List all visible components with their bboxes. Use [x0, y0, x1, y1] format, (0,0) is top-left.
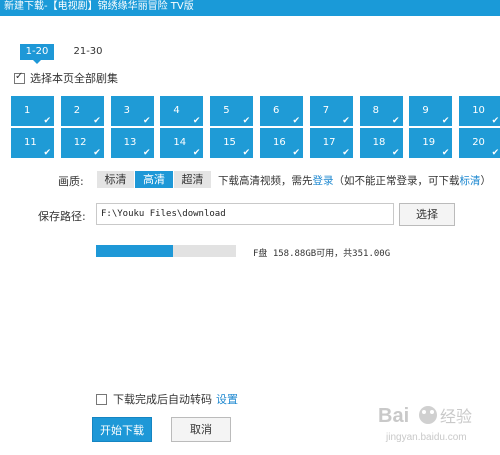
episode-16[interactable]: 16 ✔	[260, 128, 303, 158]
episode-11[interactable]: 11 ✔	[11, 128, 54, 158]
episode-17[interactable]: 17 ✔	[309, 128, 353, 158]
episode-3[interactable]: 3 ✔	[110, 96, 154, 126]
episode-number: 19	[422, 137, 436, 148]
episode-18[interactable]: 18 ✔	[359, 128, 403, 158]
episode-4[interactable]: 4 ✔	[160, 96, 204, 126]
episode-number: 6	[273, 105, 280, 116]
episode-number: 18	[372, 137, 386, 148]
check-icon: ✔	[143, 148, 151, 158]
episode-14[interactable]: 14 ✔	[160, 128, 204, 158]
episode-number: 14	[173, 137, 187, 148]
quality-option-uhd[interactable]: 超清	[174, 171, 211, 188]
episode-8[interactable]: 8 ✔	[359, 96, 403, 126]
check-icon: ✔	[342, 116, 350, 126]
quality-note: 下载高清视频，需先登录（如不能正常登录，可下载标清）	[218, 173, 491, 188]
quality-note-middle: （如不能正常登录，可下载	[333, 175, 460, 187]
check-icon: ✔	[441, 116, 450, 126]
start-download-button[interactable]: 开始下载	[92, 417, 152, 442]
quality-label: 画质:	[58, 175, 84, 188]
episode-number: 13	[123, 137, 137, 148]
auto-convert-checkbox[interactable]	[96, 393, 107, 405]
episode-number: 3	[123, 105, 130, 116]
episode-number: 7	[322, 105, 330, 116]
check-icon: ✔	[242, 148, 251, 158]
episode-12[interactable]: 12 ✔	[60, 128, 104, 158]
window-title: 新建下载-【电视剧】锦绣缘华丽冒险 TV版	[0, 0, 500, 16]
episode-number: 4	[173, 105, 180, 116]
settings-link[interactable]: 设置	[216, 391, 238, 407]
episode-number: 10	[472, 105, 485, 116]
check-icon: ✔	[192, 116, 201, 126]
baidu-watermark-logo: Bai 经验 jingyan.baidu.com	[378, 405, 472, 443]
disk-info: F盘 158.88GB可用，共351.00G	[253, 249, 391, 259]
check-icon: ✔	[43, 148, 51, 158]
check-icon: ✔	[441, 148, 450, 158]
episode-2[interactable]: 2 ✔	[60, 96, 104, 126]
episode-15[interactable]: 15 ✔	[210, 128, 254, 158]
auto-convert-label: 下载完成后自动转码	[113, 393, 212, 406]
save-path-label: 保存路径:	[38, 210, 86, 223]
episode-5[interactable]: 5 ✔	[210, 96, 254, 126]
login-link[interactable]: 登录	[313, 175, 334, 187]
episode-number: 15	[223, 137, 236, 148]
episode-number: 5	[223, 105, 230, 116]
episode-number: 8	[372, 105, 379, 116]
episode-number: 17	[322, 137, 336, 148]
select-all-label: 选择本页全部剧集	[30, 72, 118, 85]
episode-10[interactable]: 10 ✔	[459, 96, 500, 126]
svg-text:jingyan.baidu.com: jingyan.baidu.com	[385, 432, 467, 443]
disk-usage-fill	[96, 245, 173, 257]
select-all-episodes[interactable]: 选择本页全部剧集	[14, 70, 118, 86]
episode-13[interactable]: 13 ✔	[110, 128, 154, 158]
episode-number: 16	[273, 137, 286, 148]
cancel-button[interactable]: 取消	[171, 417, 231, 442]
episode-number: 1	[24, 105, 31, 116]
episode-7[interactable]: 7 ✔	[309, 96, 353, 126]
disk-usage-bar	[96, 245, 236, 257]
check-icon: ✔	[392, 148, 400, 158]
check-icon: ✔	[491, 148, 500, 158]
check-icon: ✔	[342, 148, 350, 158]
check-icon: ✔	[292, 116, 300, 126]
episode-19[interactable]: 19 ✔	[409, 128, 453, 158]
range-tab-21-30[interactable]: 21-30	[68, 44, 108, 60]
check-icon: ✔	[242, 116, 251, 126]
episode-number: 20	[472, 137, 485, 148]
check-icon: ✔	[292, 148, 300, 158]
episode-6[interactable]: 6 ✔	[260, 96, 303, 126]
check-icon: ✔	[93, 116, 101, 126]
check-icon: ✔	[93, 148, 101, 158]
episode-number: 9	[422, 105, 429, 116]
episode-number: 12	[73, 137, 87, 148]
episode-number: 2	[73, 105, 81, 116]
quality-note-prefix: 下载高清视频，需先	[218, 175, 313, 187]
check-icon: ✔	[43, 116, 51, 126]
auto-convert[interactable]: 下载完成后自动转码 设置	[96, 391, 238, 407]
quality-note-suffix: ）	[480, 175, 492, 187]
check-icon: ✔	[143, 116, 151, 126]
save-path-input[interactable]: F:\Youku Files\download	[96, 203, 394, 225]
sd-link[interactable]: 标清	[460, 175, 481, 187]
choose-folder-button[interactable]: 选择	[399, 203, 455, 226]
range-tab-1-20[interactable]: 1-20	[20, 44, 54, 64]
episode-1[interactable]: 1 ✔	[11, 96, 54, 126]
episode-number: 11	[24, 137, 37, 148]
quality-option-sd[interactable]: 标清	[97, 171, 134, 188]
check-icon: ✔	[491, 116, 500, 126]
svg-text:Bai: Bai	[378, 405, 409, 427]
episode-9[interactable]: 9 ✔	[409, 96, 453, 126]
check-icon: ✔	[192, 148, 201, 158]
check-icon: ✔	[392, 116, 400, 126]
svg-text:经验: 经验	[440, 407, 472, 426]
select-all-checkbox[interactable]	[14, 71, 25, 84]
quality-option-hd[interactable]: 高清	[135, 171, 173, 188]
episode-20[interactable]: 20 ✔	[459, 128, 500, 158]
